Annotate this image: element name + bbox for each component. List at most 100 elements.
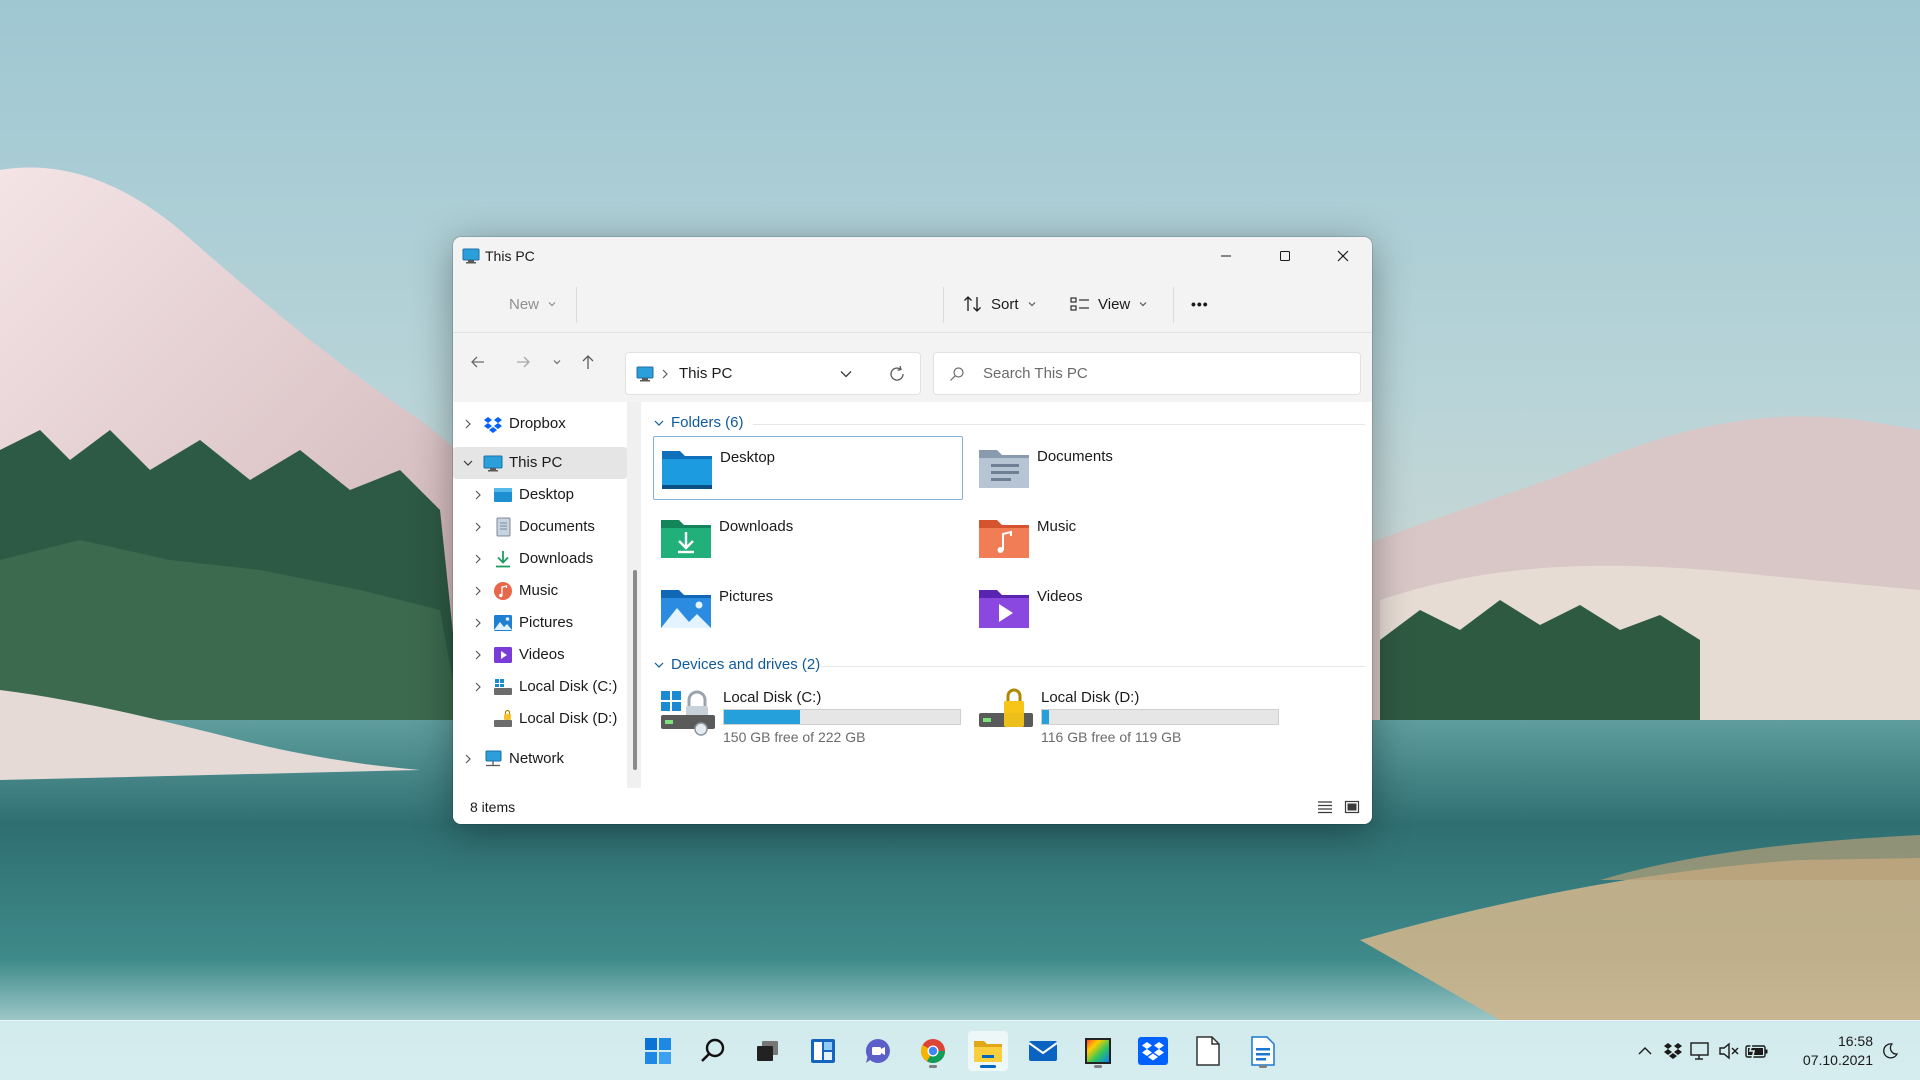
dropbox-button[interactable]: [1133, 1031, 1173, 1071]
music-icon: [494, 582, 512, 600]
more-options-button[interactable]: •••: [1191, 289, 1209, 319]
chat-button[interactable]: [858, 1031, 898, 1071]
folder-label: Downloads: [719, 518, 794, 535]
search-box[interactable]: Search This PC: [933, 352, 1361, 395]
clock-date: 07.10.2021: [1802, 1052, 1873, 1068]
explorer-body: Dropbox This PC Desktop Documents Downlo…: [453, 402, 1372, 788]
sidebar-item-network[interactable]: Network: [453, 743, 627, 775]
chevron-right-icon[interactable]: [472, 521, 484, 533]
windows-start-button[interactable]: [638, 1031, 678, 1071]
chevron-right-icon[interactable]: [472, 585, 484, 597]
music-folder-icon: [979, 520, 1029, 558]
show-hidden-icons-button[interactable]: [1633, 1039, 1657, 1063]
sidebar-label: Videos: [519, 646, 565, 663]
recent-locations-button[interactable]: [547, 347, 567, 377]
new-button[interactable]: New: [509, 289, 557, 319]
tray-volume[interactable]: [1717, 1039, 1741, 1063]
folder-tile-documents[interactable]: Documents: [971, 436, 1281, 500]
photo-app-button[interactable]: [1078, 1031, 1118, 1071]
drive-name: Local Disk (D:): [1041, 689, 1140, 706]
chevron-down-icon: [654, 662, 664, 668]
close-button[interactable]: [1314, 237, 1372, 275]
forward-button[interactable]: [508, 347, 538, 377]
folder-tile-desktop[interactable]: Desktop: [653, 436, 963, 500]
folder-tile-downloads[interactable]: Downloads: [653, 506, 963, 570]
arrow-up-icon: [582, 355, 594, 369]
drive-tile-local-disk-d[interactable]: Local Disk (D:) 116 GB free of 119 GB: [977, 685, 1297, 751]
toolbar-separator: [1173, 287, 1174, 323]
file-explorer-icon: [974, 1041, 1002, 1062]
sidebar-item-local-disk-c[interactable]: Local Disk (C:): [453, 671, 627, 703]
mail-button[interactable]: [1023, 1031, 1063, 1071]
sidebar-item-music[interactable]: Music: [453, 575, 627, 607]
back-button[interactable]: [463, 347, 493, 377]
chevron-right-icon[interactable]: [472, 617, 484, 629]
sidebar-item-this-pc[interactable]: This PC: [453, 447, 627, 479]
tray-network[interactable]: [1689, 1039, 1713, 1063]
task-view-button[interactable]: [748, 1031, 788, 1071]
chevron-right-icon[interactable]: [462, 418, 474, 430]
document-editor-button[interactable]: [1243, 1031, 1283, 1071]
chevron-down-icon[interactable]: [839, 369, 853, 379]
arrow-right-icon: [517, 356, 530, 368]
chevron-right-icon[interactable]: [472, 649, 484, 661]
chevron-right-icon[interactable]: [472, 553, 484, 565]
sidebar-item-dropbox[interactable]: Dropbox: [453, 408, 627, 440]
title-bar[interactable]: This PC: [453, 237, 1372, 275]
running-indicator: [1259, 1065, 1267, 1068]
folder-label: Videos: [1037, 588, 1083, 605]
chevron-down-icon: [548, 302, 556, 307]
chat-icon: [865, 1038, 890, 1063]
folder-tile-videos[interactable]: Videos: [971, 576, 1281, 640]
notification-center-button[interactable]: [1878, 1039, 1902, 1063]
content-area: Folders (6) Desktop Documents Downloads …: [641, 402, 1372, 788]
address-bar[interactable]: This PC: [625, 352, 921, 395]
minimize-icon: [1221, 255, 1231, 257]
taskbar-clock[interactable]: 16:58 07.10.2021: [1789, 1032, 1873, 1070]
volume-muted-icon: [1719, 1042, 1739, 1060]
tray-dropbox[interactable]: [1661, 1039, 1685, 1063]
running-indicator: [929, 1065, 937, 1068]
chevron-right-icon[interactable]: [462, 753, 474, 765]
folders-group-header[interactable]: Folders (6): [653, 414, 744, 431]
sidebar-item-pictures[interactable]: Pictures: [453, 607, 627, 639]
chevron-right-icon[interactable]: [472, 681, 484, 693]
up-button[interactable]: [573, 347, 603, 377]
chevron-right-icon[interactable]: [472, 489, 484, 501]
file-explorer-window: This PC New Sort View ••• This PC Search…: [453, 237, 1372, 824]
more-options-icon: •••: [1191, 296, 1209, 312]
pictures-folder-icon: [661, 590, 711, 628]
maximize-button[interactable]: [1256, 237, 1314, 275]
new-label: New: [509, 295, 540, 313]
drives-group-header[interactable]: Devices and drives (2): [653, 656, 820, 673]
downloads-folder-icon: [661, 520, 711, 558]
chevron-down-icon[interactable]: [462, 457, 474, 469]
view-button[interactable]: View: [1070, 289, 1148, 319]
sidebar-item-videos[interactable]: Videos: [453, 639, 627, 671]
folder-tile-music[interactable]: Music: [971, 506, 1281, 570]
sidebar-item-local-disk-d[interactable]: Local Disk (D:): [453, 703, 627, 735]
documents-icon: [496, 517, 511, 537]
sort-button[interactable]: Sort: [963, 289, 1037, 319]
minimize-button[interactable]: [1197, 237, 1255, 275]
sidebar-item-documents[interactable]: Documents: [453, 511, 627, 543]
scrollbar-thumb[interactable]: [633, 570, 637, 770]
taskbar-search-button[interactable]: [693, 1031, 733, 1071]
desktop-folder-icon: [662, 451, 712, 489]
file-explorer-button[interactable]: [968, 1031, 1008, 1071]
drive-name: Local Disk (C:): [723, 689, 822, 706]
chrome-button[interactable]: [913, 1031, 953, 1071]
sidebar-item-downloads[interactable]: Downloads: [453, 543, 627, 575]
folder-tile-pictures[interactable]: Pictures: [653, 576, 963, 640]
tiles-view-icon[interactable]: [1344, 800, 1360, 814]
refresh-icon[interactable]: [888, 365, 906, 383]
sidebar-item-desktop[interactable]: Desktop: [453, 479, 627, 511]
notepad-button[interactable]: [1188, 1031, 1228, 1071]
computer-icon: [462, 248, 480, 264]
widgets-button[interactable]: [803, 1031, 843, 1071]
tray-battery[interactable]: [1745, 1039, 1769, 1063]
drive-usage-bar: [1041, 709, 1279, 725]
details-view-icon[interactable]: [1317, 800, 1333, 814]
drive-tile-local-disk-c[interactable]: Local Disk (C:) 150 GB free of 222 GB: [659, 685, 979, 751]
breadcrumb-this-pc[interactable]: This PC: [679, 365, 732, 382]
